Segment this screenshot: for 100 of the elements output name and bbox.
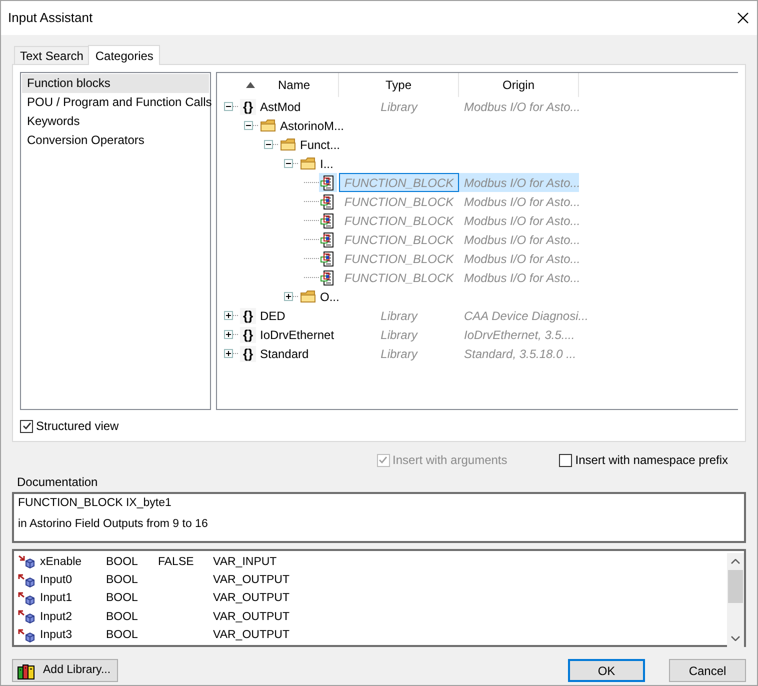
document-icon <box>320 270 336 286</box>
structured-view-checkbox[interactable] <box>20 420 33 432</box>
origin-cell-text: Modbus I/O for Asto... <box>464 194 580 210</box>
type-cell-text: Library <box>380 98 418 116</box>
parameter-cell-text: VAR_OUTPUT <box>213 610 290 625</box>
origin-cell-text: Modbus I/O for Asto... <box>464 174 580 192</box>
type-cell-text: Library <box>380 326 418 344</box>
category-item[interactable]: Conversion Operators <box>22 131 209 150</box>
tree-item[interactable]: IoDrvEthernet <box>260 326 334 344</box>
expand-icon[interactable] <box>224 330 233 339</box>
type-cell-text: FUNCTION_BLOCK <box>344 174 454 192</box>
tree-item[interactable]: I... <box>320 154 334 172</box>
parameter-cell-text: VAR_OUTPUT <box>213 572 290 588</box>
type-cell-text: Library <box>380 308 418 324</box>
tree-line <box>304 237 319 242</box>
tree-line <box>233 104 239 109</box>
input-variable-icon <box>18 555 35 570</box>
tree-line <box>293 294 299 299</box>
scroll-down-icon[interactable] <box>731 636 740 641</box>
parameter-cell-text: VAR_OUTPUT <box>213 628 290 644</box>
column-header[interactable]: Origin <box>502 76 534 94</box>
tab[interactable]: Categories <box>88 45 160 65</box>
ok-button[interactable]: OK <box>568 659 645 682</box>
output-variable-icon <box>18 628 35 643</box>
type-cell-text: Library <box>380 346 418 362</box>
parameter-cell-text: VAR_INPUT <box>213 554 277 570</box>
type-cell-text: FUNCTION_BLOCK <box>344 194 454 210</box>
tree-line <box>304 256 319 261</box>
origin-cell-text: Modbus I/O for Asto... <box>464 250 580 268</box>
scroll-up-icon[interactable] <box>731 559 740 564</box>
parameter-cell-text: xEnable <box>39 554 83 570</box>
parameter-cell-text: BOOL <box>106 572 139 588</box>
tree-item[interactable]: Standard <box>260 344 309 362</box>
tree-item[interactable]: O... <box>320 288 340 306</box>
checkbox-label: Insert with arguments <box>392 452 508 469</box>
collapse-icon[interactable] <box>264 140 273 149</box>
column-header[interactable]: Name <box>278 76 310 94</box>
origin-cell-text: IoDrvEthernet, 3.5.... <box>464 326 575 344</box>
tree-line <box>233 313 239 318</box>
parameter-cell-text: BOOL <box>106 554 139 570</box>
category-item[interactable]: Function blocks <box>22 74 209 93</box>
tree-item[interactable]: AstMod <box>260 98 301 116</box>
output-variable-icon <box>18 574 35 588</box>
tree-line <box>233 351 239 356</box>
folder-icon <box>280 137 296 152</box>
tree-line <box>273 142 279 147</box>
close-icon[interactable] <box>737 12 749 24</box>
output-variable-icon <box>18 610 35 624</box>
braces-icon: {} <box>240 308 256 324</box>
parameter-cell-text: VAR_OUTPUT <box>213 591 290 606</box>
books-icon <box>17 662 35 680</box>
namespace-prefix-checkbox[interactable] <box>559 454 572 466</box>
tree-line <box>304 180 319 185</box>
sort-icon[interactable] <box>244 80 256 88</box>
scrollbar[interactable] <box>727 553 744 647</box>
parameter-cell-text: Input3 <box>39 628 73 644</box>
tree-item[interactable]: DED <box>260 306 286 324</box>
tree-line <box>233 332 239 337</box>
type-cell-text: FUNCTION_BLOCK <box>344 250 454 268</box>
parameter-cell-text: BOOL <box>106 628 139 644</box>
expand-icon[interactable] <box>224 311 233 320</box>
tab[interactable]: Text Search <box>14 46 88 64</box>
origin-cell-text: Modbus I/O for Asto... <box>464 98 580 116</box>
document-icon <box>320 212 336 228</box>
column-header[interactable]: Type <box>385 76 412 94</box>
document-icon <box>320 194 336 210</box>
documentation-text: in Astorino Field Outputs from 9 to 16 <box>18 517 209 531</box>
origin-cell-text: Standard, 3.5.18.0 ... <box>464 346 576 362</box>
cancel-button[interactable]: Cancel <box>669 659 746 682</box>
braces-icon: {} <box>240 326 256 342</box>
parameter-cell-text: Input0 <box>39 572 73 588</box>
tree-line <box>293 161 299 166</box>
output-variable-icon <box>18 592 35 606</box>
braces-icon: {} <box>240 98 256 114</box>
collapse-icon[interactable] <box>284 159 293 168</box>
tree-item[interactable]: Funct... <box>300 136 340 154</box>
origin-cell-text: Modbus I/O for Asto... <box>464 232 580 248</box>
collapse-icon[interactable] <box>244 121 253 130</box>
origin-cell-text: Modbus I/O for Asto... <box>464 270 580 286</box>
type-cell-text: FUNCTION_BLOCK <box>344 232 454 248</box>
tree-line <box>304 199 319 204</box>
type-cell-text: FUNCTION_BLOCK <box>344 270 454 286</box>
origin-cell-text: CAA Device Diagnosi... <box>464 308 588 324</box>
tree-item[interactable]: AstorinoM... <box>280 116 344 134</box>
tree-line <box>304 218 319 223</box>
category-item[interactable]: Keywords <box>22 112 209 131</box>
parameter-cell-text: Input2 <box>39 610 73 625</box>
window-title: Input Assistant <box>8 9 93 28</box>
tree-line <box>253 123 259 128</box>
parameter-cell-text: Input1 <box>39 591 73 606</box>
expand-icon[interactable] <box>284 292 293 301</box>
expand-icon[interactable] <box>224 349 233 358</box>
checkbox-label: Insert with namespace prefix <box>575 452 728 469</box>
folder-icon <box>300 289 316 304</box>
category-item[interactable]: POU / Program and Function Calls <box>22 93 209 112</box>
add-library-button[interactable]: Add Library... <box>12 659 118 682</box>
braces-icon: {} <box>240 346 256 362</box>
document-icon <box>320 174 336 190</box>
tree-line <box>304 275 319 280</box>
collapse-icon[interactable] <box>224 102 233 111</box>
